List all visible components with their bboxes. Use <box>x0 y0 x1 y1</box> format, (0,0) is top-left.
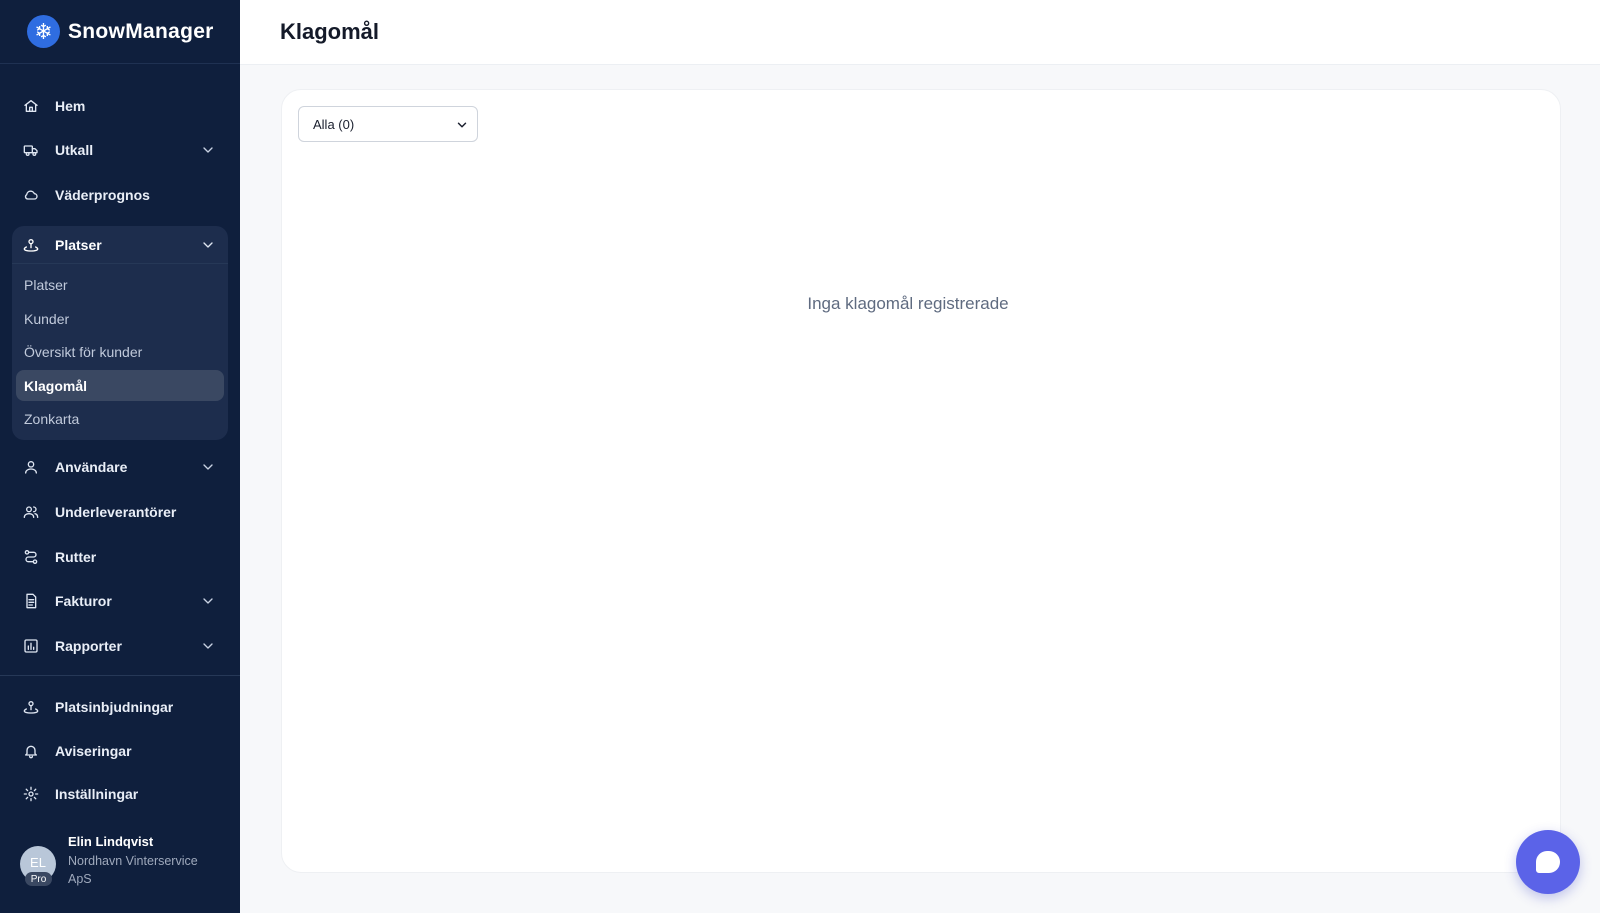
chat-button[interactable] <box>1516 830 1580 894</box>
chat-bubble-icon <box>1536 851 1560 873</box>
users-icon <box>22 503 40 521</box>
user-name: Elin Lindqvist <box>68 834 154 849</box>
nav-item-aviseringar[interactable]: Aviseringar <box>12 732 228 770</box>
nav-item-rapporter[interactable]: Rapporter <box>12 627 228 665</box>
nav-label: Platser <box>55 236 102 253</box>
nav-label: Rapporter <box>55 638 122 654</box>
subnav-item-oversikt-for-kunder[interactable]: Översikt för kunder <box>16 336 224 367</box>
user-organization: Nordhavn Vinterservice ApS <box>68 854 198 886</box>
brand[interactable]: ❄ SnowManager <box>0 0 240 64</box>
gear-icon <box>22 785 40 803</box>
nav-item-underleverantorer[interactable]: Underleverantörer <box>12 493 228 531</box>
home-icon <box>22 97 40 115</box>
nav-item-platsinbjudningar[interactable]: Platsinbjudningar <box>12 688 228 726</box>
nav-label: Aviseringar <box>55 743 132 759</box>
nav-label: Utkall <box>55 142 94 158</box>
nav-item-hem[interactable]: Hem <box>12 87 228 125</box>
nav-label: Inställningar <box>55 786 139 802</box>
nav-item-platser[interactable]: Platser <box>12 226 228 264</box>
subnav-item-platser[interactable]: Platser <box>16 269 224 300</box>
nav-item-installningar[interactable]: Inställningar <box>12 775 228 813</box>
status-filter-select[interactable]: Alla (0) <box>298 106 478 142</box>
user-profile[interactable]: EL Pro Elin Lindqvist Nordhavn Vinterser… <box>20 832 230 892</box>
page-title: Klagomål <box>280 19 380 44</box>
sidebar: ❄ SnowManager Hem Utkall Väderprognos Pl… <box>0 0 240 913</box>
nav-item-anvandare[interactable]: Användare <box>12 448 228 486</box>
snowflake-logo-icon: ❄ <box>27 15 60 48</box>
map-pin-icon <box>22 236 40 254</box>
nav-item-vaderprognos[interactable]: Väderprognos <box>12 176 228 214</box>
map-pin-icon <box>22 698 40 716</box>
brand-name: SnowManager <box>68 19 214 43</box>
nav-label: Användare <box>55 459 128 475</box>
truck-icon <box>22 141 40 159</box>
complaints-card: Alla (0) Inga klagomål registrerade <box>281 89 1561 873</box>
chevron-down-icon <box>200 638 216 654</box>
plan-badge: Pro <box>25 872 52 886</box>
subnav-item-kunder[interactable]: Kunder <box>16 303 224 334</box>
nav-label: Fakturor <box>55 593 112 609</box>
invoice-icon <box>22 592 40 610</box>
top-bar: Klagomål <box>240 0 1600 65</box>
nav-label: Väderprognos <box>55 187 150 203</box>
nav-item-utkall[interactable]: Utkall <box>12 131 228 169</box>
nav-label: Rutter <box>55 549 97 565</box>
bell-icon <box>22 742 40 760</box>
subnav-item-klagomal[interactable]: Klagomål <box>16 370 224 401</box>
nav-label: Hem <box>55 98 86 114</box>
chevron-down-icon <box>200 593 216 609</box>
route-icon <box>22 548 40 566</box>
nav-label: Platsinbjudningar <box>55 699 174 715</box>
subnav-item-zonkarta[interactable]: Zonkarta <box>16 403 224 434</box>
chevron-down-icon <box>200 142 216 158</box>
status-filter-value: Alla (0) <box>313 116 355 132</box>
nav-label: Underleverantörer <box>55 504 177 520</box>
chevron-down-icon <box>200 459 216 475</box>
user-icon <box>22 458 40 476</box>
nav-group-platser: Platser Platser Kunder Översikt för kund… <box>12 226 228 440</box>
chevron-down-icon <box>200 237 216 253</box>
sidebar-divider <box>0 675 240 676</box>
chart-icon <box>22 637 40 655</box>
nav-item-fakturor[interactable]: Fakturor <box>12 582 228 620</box>
cloud-icon <box>22 186 40 204</box>
empty-state-message: Inga klagomål registrerade <box>807 294 1009 313</box>
nav-item-rutter[interactable]: Rutter <box>12 538 228 576</box>
chevron-down-icon <box>455 118 469 132</box>
